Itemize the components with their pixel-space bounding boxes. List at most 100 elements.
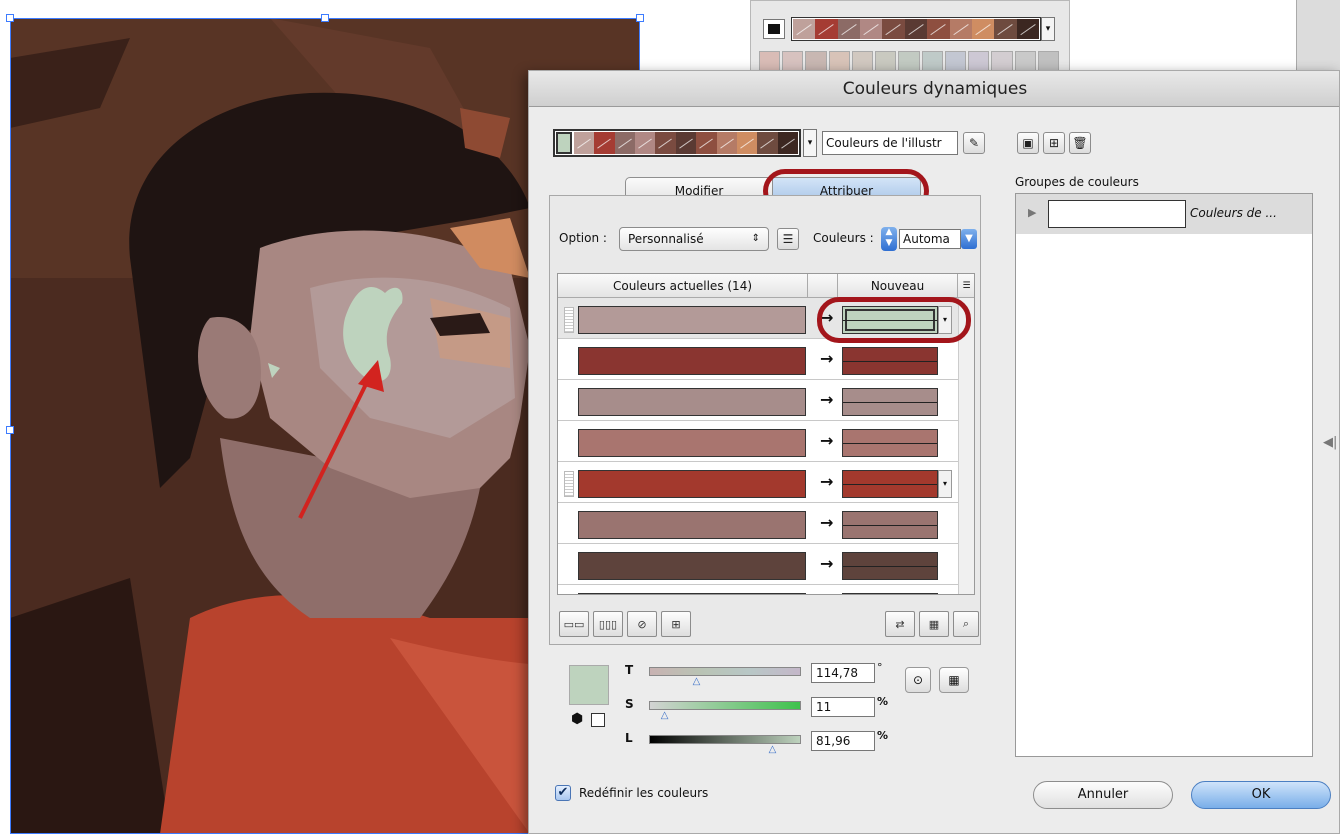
random-order-icon[interactable]: ⇄: [885, 611, 915, 637]
selection-handle[interactable]: [321, 14, 329, 22]
swatch-chip: [614, 132, 636, 154]
drag-handle-icon[interactable]: [564, 307, 574, 333]
play-circle-icon[interactable]: ⊙: [905, 667, 931, 693]
stepper-icon[interactable]: ▲ ▼: [881, 227, 897, 251]
trash-icon[interactable]: 🗑: [1069, 132, 1091, 154]
chevron-down-icon[interactable]: ▼: [961, 229, 977, 249]
hue-slider[interactable]: [649, 667, 801, 676]
arrow-right-icon[interactable]: →: [820, 431, 833, 450]
current-color-swatch[interactable]: [578, 306, 806, 334]
swatch-chip: [837, 19, 861, 39]
option-preset-select[interactable]: Personnalisé ⇕: [619, 227, 769, 251]
arrow-right-icon[interactable]: →: [820, 308, 833, 327]
new-color-swatch[interactable]: [842, 593, 938, 594]
saturation-label: S: [625, 697, 634, 711]
chevron-down-icon[interactable]: ▾: [1041, 17, 1055, 41]
recolor-checkbox-label: Redéfinir les couleurs: [579, 786, 709, 800]
new-colors-header[interactable]: Nouveau: [838, 274, 958, 298]
brightness-label: L: [625, 731, 633, 745]
selection-handle[interactable]: [6, 426, 14, 434]
swatch-chip: [574, 132, 595, 154]
current-color-swatch[interactable]: [578, 552, 806, 580]
swatch-chip: [793, 19, 816, 39]
current-color-swatch[interactable]: [578, 347, 806, 375]
color-group-strip[interactable]: [791, 17, 1041, 41]
color-mapping-row[interactable]: →: [558, 544, 958, 585]
arrow-column-header: [808, 274, 838, 298]
chevron-down-icon[interactable]: ▾: [803, 129, 817, 157]
merge-colors-icon[interactable]: ▭▭: [559, 611, 589, 637]
color-groups-list[interactable]: ▶ Couleurs de ...: [1015, 193, 1313, 757]
color-group-row[interactable]: ▶ Couleurs de ...: [1016, 194, 1312, 234]
brightness-value-field[interactable]: 81,96: [811, 731, 875, 751]
triangle-up-icon[interactable]: △: [693, 677, 701, 687]
current-color-swatch[interactable]: [578, 511, 806, 539]
color-mapping-row[interactable]: → ▾: [558, 462, 958, 503]
swatch-chip: [655, 132, 676, 154]
color-mapping-row[interactable]: →: [558, 421, 958, 462]
new-color-swatch[interactable]: [842, 347, 938, 375]
new-group-icon[interactable]: ⊞: [1043, 132, 1065, 154]
arrow-right-icon[interactable]: →: [820, 554, 833, 573]
color-mapping-row[interactable]: →: [558, 585, 958, 594]
triangle-up-icon[interactable]: △: [769, 745, 777, 755]
chevron-down-icon[interactable]: ▾: [938, 306, 952, 334]
current-color-swatch[interactable]: [578, 388, 806, 416]
find-color-icon[interactable]: ⌕: [953, 611, 979, 637]
new-color-swatch[interactable]: [842, 511, 938, 539]
current-colors-header[interactable]: Couleurs actuelles (14): [558, 274, 808, 298]
new-color-swatch[interactable]: [842, 306, 938, 334]
swatches-panel-background: ▾: [750, 0, 1070, 75]
color-mapping-row[interactable]: → ▾: [558, 298, 958, 339]
edit-group-icon[interactable]: ✎: [963, 132, 985, 154]
new-row-icon[interactable]: ⊞: [661, 611, 691, 637]
exclude-colors-icon[interactable]: ⊘: [627, 611, 657, 637]
arrow-right-icon[interactable]: →: [820, 390, 833, 409]
saturation-slider[interactable]: [649, 701, 801, 710]
triangle-up-icon[interactable]: △: [661, 711, 669, 721]
color-mode-menu-icon[interactable]: ▦: [939, 667, 969, 693]
current-color-swatch[interactable]: [578, 429, 806, 457]
color-mapping-row[interactable]: →: [558, 380, 958, 421]
fill-swatch-icon[interactable]: [763, 19, 785, 39]
new-color-swatch[interactable]: [842, 470, 938, 498]
selection-handle[interactable]: [636, 14, 644, 22]
arrow-right-icon[interactable]: →: [820, 349, 833, 368]
new-color-swatch[interactable]: [842, 429, 938, 457]
arrow-right-icon[interactable]: →: [820, 472, 833, 491]
chevron-down-icon[interactable]: ▾: [938, 470, 952, 498]
swatch-chip: [882, 19, 905, 39]
web-safe-icon[interactable]: [591, 713, 605, 727]
disclosure-triangle-icon[interactable]: ▶: [1028, 206, 1036, 219]
saturation-value-field[interactable]: 11: [811, 697, 875, 717]
color-group-name-field[interactable]: Couleurs de l'illustr: [822, 131, 958, 155]
recolor-checkbox[interactable]: ✔: [555, 785, 571, 801]
selection-handle[interactable]: [6, 14, 14, 22]
option-label: Option :: [559, 231, 607, 245]
table-scrollbar[interactable]: [958, 298, 974, 594]
colors-count-field[interactable]: Automa: [899, 229, 961, 249]
current-color-swatch[interactable]: [578, 593, 806, 594]
color-mapping-row[interactable]: →: [558, 339, 958, 380]
degree-unit: °: [877, 661, 883, 674]
save-icon[interactable]: ▣: [1017, 132, 1039, 154]
color-mapping-row[interactable]: →: [558, 503, 958, 544]
cube-icon[interactable]: ⬢: [571, 711, 583, 727]
updown-arrows-icon: ⇕: [751, 233, 760, 244]
preset-options-icon[interactable]: ☰: [777, 228, 799, 250]
new-color-swatch[interactable]: [842, 552, 938, 580]
ok-button[interactable]: OK: [1191, 781, 1331, 809]
separate-colors-icon[interactable]: ▯▯▯: [593, 611, 623, 637]
arrow-right-icon[interactable]: →: [820, 513, 833, 532]
drag-handle-icon[interactable]: [564, 471, 574, 497]
current-color-swatch[interactable]: [578, 470, 806, 498]
brightness-slider[interactable]: [649, 735, 801, 744]
collapse-panel-icon[interactable]: ◀|: [1323, 435, 1337, 450]
active-colors-strip[interactable]: [553, 129, 801, 157]
color-mapping-table: Couleurs actuelles (14) Nouveau ☰ → ▾ → → → →…: [557, 273, 975, 595]
random-saturation-icon[interactable]: ▦: [919, 611, 949, 637]
new-color-swatch[interactable]: [842, 388, 938, 416]
column-menu-icon[interactable]: ☰: [958, 274, 974, 298]
hue-value-field[interactable]: 114,78: [811, 663, 875, 683]
cancel-button[interactable]: Annuler: [1033, 781, 1173, 809]
